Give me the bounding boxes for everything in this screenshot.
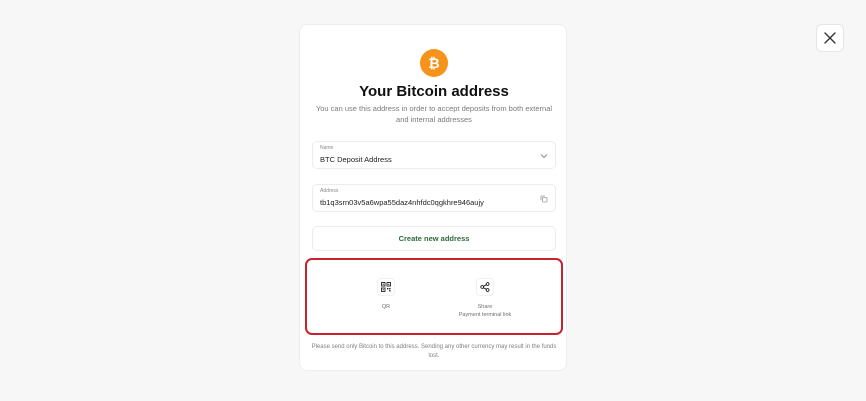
page-subtitle: You can use this address in order to acc… — [315, 104, 553, 124]
page: ₿ Your Bitcoin address You can use this … — [0, 0, 866, 401]
share-action[interactable]: Share Payment terminal link — [437, 260, 533, 333]
page-title: Your Bitcoin address — [359, 83, 509, 100]
warning-note: Please send only Bitcoin to this address… — [311, 344, 557, 359]
copy-icon[interactable] — [540, 195, 548, 203]
share-label: Share Payment terminal link — [459, 303, 512, 319]
bitcoin-address-card: ₿ Your Bitcoin address You can use this … — [299, 24, 567, 371]
share-subtitle: Payment terminal link — [458, 312, 512, 318]
chevron-down-icon[interactable] — [540, 152, 548, 160]
name-label: Name — [320, 145, 334, 151]
create-new-address-button[interactable]: Create new address — [312, 226, 556, 251]
qr-code-icon — [381, 282, 391, 292]
name-select[interactable]: Name BTC Deposit Address — [312, 141, 556, 169]
close-icon — [824, 32, 836, 44]
address-label: Address — [320, 188, 339, 194]
bitcoin-icon: ₿ — [420, 49, 448, 77]
share-button[interactable] — [476, 278, 494, 296]
close-button[interactable] — [816, 24, 844, 52]
svg-text:₿: ₿ — [428, 56, 439, 72]
qr-button[interactable] — [377, 278, 395, 296]
share-title: Share — [477, 304, 493, 310]
share-icon — [480, 282, 490, 292]
name-value: BTC Deposit Address — [320, 155, 392, 164]
share-actions-panel: QR Share Payment terminal link — [305, 258, 563, 335]
address-value: tb1q3srn03v5a6wpa55daz4nhfdc0qgkhre946au… — [320, 198, 484, 207]
address-field[interactable]: Address tb1q3srn03v5a6wpa55daz4nhfdc0qgk… — [312, 184, 556, 212]
qr-action[interactable]: QR — [347, 260, 425, 333]
qr-label: QR — [381, 304, 391, 310]
